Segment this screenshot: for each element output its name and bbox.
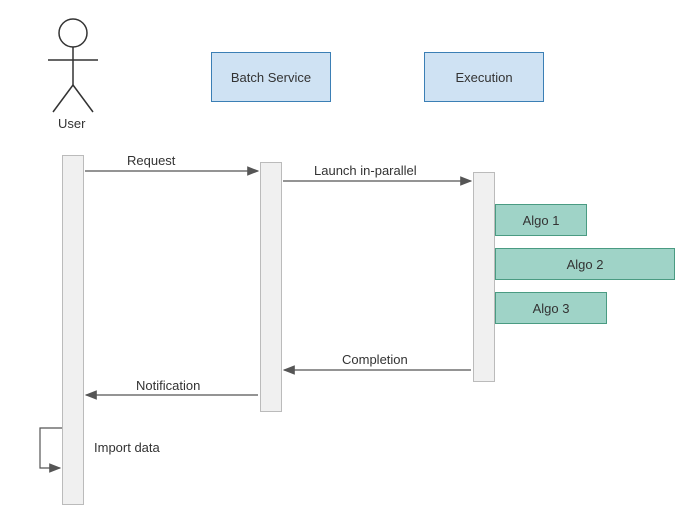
message-notification-label: Notification: [136, 378, 200, 393]
sequence-diagram: User Batch Service Execution Algo 1 Algo…: [0, 0, 700, 522]
message-request-label: Request: [127, 153, 175, 168]
message-completion-label: Completion: [342, 352, 408, 367]
message-launch-label: Launch in-parallel: [314, 163, 417, 178]
arrow-import-data: [40, 428, 62, 468]
message-import-data-label: Import data: [94, 440, 160, 455]
